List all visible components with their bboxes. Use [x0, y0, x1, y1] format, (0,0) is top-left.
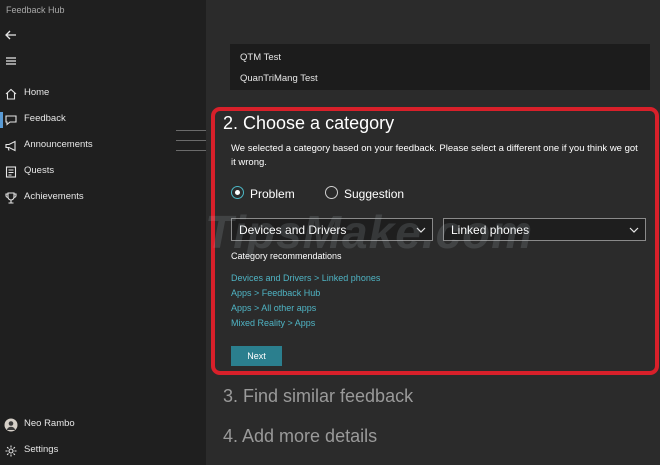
sidebar-item-home[interactable]: Home [0, 82, 206, 106]
section-title-find-similar[interactable]: 3. Find similar feedback [223, 386, 413, 407]
section-title-add-details[interactable]: 4. Add more details [223, 426, 377, 447]
category-description: We selected a category based on your fee… [231, 143, 638, 168]
next-button[interactable]: Next [231, 346, 282, 366]
sidebar-item-label: Announcements [24, 139, 93, 150]
user-name: Neo Rambo [24, 418, 75, 429]
sidebar-item-settings[interactable]: Settings [0, 439, 206, 463]
back-arrow-icon[interactable] [4, 28, 18, 42]
sidebar-item-feedback[interactable]: Feedback [0, 108, 206, 132]
chevron-down-icon [629, 227, 639, 233]
active-indicator [0, 112, 3, 128]
user-profile[interactable]: Neo Rambo [0, 413, 206, 437]
quests-icon [5, 166, 17, 178]
sidebar-item-label: Quests [24, 165, 55, 176]
recommendation-link[interactable]: Apps > Feedback Hub [231, 288, 320, 298]
section-title-choose-category: 2. Choose a category [223, 113, 395, 133]
sidebar-item-quests[interactable]: Quests [0, 160, 206, 184]
home-icon [5, 88, 17, 100]
sidebar-item-label: Achievements [24, 191, 84, 202]
radio-circle [325, 186, 338, 199]
sidebar-item-label: Settings [24, 444, 59, 455]
recommendation-link[interactable]: Apps > All other apps [231, 303, 316, 313]
avatar [4, 418, 18, 432]
trophy-icon [5, 192, 17, 204]
list-item[interactable]: QuanTriMang Test [240, 73, 318, 84]
sidebar-item-announcements[interactable]: Announcements [0, 134, 206, 158]
radio-circle [231, 186, 244, 199]
recommendation-link[interactable]: Devices and Drivers > Linked phones [231, 273, 380, 283]
sidebar: Home Feedback Announcements Quests Achie… [0, 22, 206, 465]
feedback-icon [5, 115, 17, 126]
previous-feedback-list: QTM Test QuanTriMang Test [230, 44, 650, 90]
sidebar-item-achievements[interactable]: Achievements [0, 186, 206, 210]
radio-label: Problem [250, 187, 295, 201]
watermark: TipsMake.com [205, 206, 534, 258]
radio-label: Suggestion [344, 187, 405, 201]
window-title: Feedback Hub [6, 5, 65, 15]
sidebar-item-label: Feedback [24, 113, 66, 124]
sidebar-item-label: Home [24, 87, 50, 98]
hamburger-menu-icon[interactable] [4, 54, 18, 68]
list-item[interactable]: QTM Test [240, 52, 281, 63]
megaphone-icon [5, 140, 16, 152]
recommendation-link[interactable]: Mixed Reality > Apps [231, 318, 315, 328]
gear-icon [5, 445, 17, 457]
